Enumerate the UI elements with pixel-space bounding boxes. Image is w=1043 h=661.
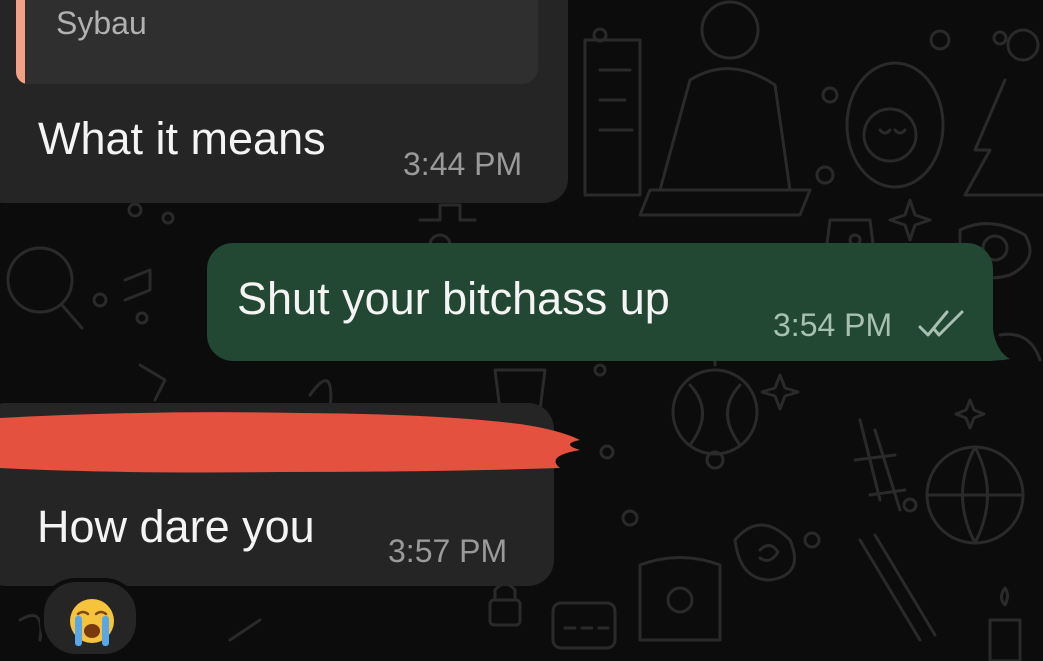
redaction-scribble (0, 412, 580, 473)
quoted-message-text: Sybau (56, 5, 147, 41)
message-timestamp: 3:57 PM (388, 533, 508, 569)
message-timestamp: 3:54 PM (773, 307, 893, 343)
bubble-tail-incoming (0, 172, 30, 202)
message-text: What it means (38, 113, 326, 164)
message-text: How dare you (37, 501, 315, 552)
quoted-message[interactable]: Sybau (16, 0, 538, 84)
message-bubble-outgoing[interactable]: Shut your bitchass up 3:54 PM (207, 243, 993, 361)
loudly-crying-face-emoji (70, 599, 114, 646)
message-reaction[interactable] (40, 578, 140, 658)
bubble-tail-outgoing (960, 329, 1010, 361)
quote-accent-bar (16, 0, 25, 84)
message-text: Shut your bitchass up (237, 273, 670, 324)
message-timestamp: 3:44 PM (403, 146, 523, 182)
message-bubble-incoming[interactable]: Sybau What it means 3:44 PM (0, 0, 568, 203)
